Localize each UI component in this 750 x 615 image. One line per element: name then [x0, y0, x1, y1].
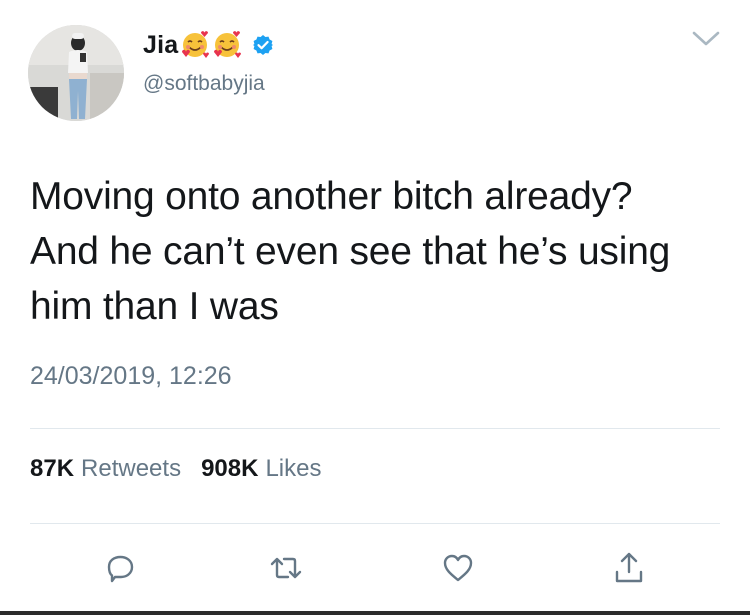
display-name[interactable]: Jia: [143, 31, 178, 60]
chevron-down-icon[interactable]: [692, 30, 720, 48]
tweet-text: Moving onto another bitch already? And h…: [30, 175, 671, 328]
smiling-face-with-hearts-icon: [180, 30, 210, 60]
avatar[interactable]: [28, 25, 124, 121]
share-icon[interactable]: [611, 550, 647, 586]
likes-stat[interactable]: 908K Likes: [201, 455, 341, 483]
likes-label: Likes: [265, 455, 322, 482]
tweet-card: Jia @softbabyjia Moving onto another bit…: [0, 0, 750, 615]
engagement-stats: 87K Retweets 908K Likes: [30, 455, 341, 483]
verified-badge-icon: [252, 34, 274, 56]
retweets-count: 87K: [30, 455, 75, 482]
heart-icon[interactable]: [440, 550, 476, 586]
bottom-edge: [0, 611, 750, 615]
reply-icon[interactable]: [102, 550, 138, 586]
divider: [30, 428, 720, 429]
likes-count: 908K: [201, 455, 259, 482]
retweets-label: Retweets: [81, 455, 182, 482]
user-handle[interactable]: @softbabyjia: [143, 72, 265, 96]
tweet-timestamp[interactable]: 24/03/2019, 12:26: [30, 362, 232, 391]
retweets-stat[interactable]: 87K Retweets: [30, 455, 201, 483]
divider: [30, 523, 720, 524]
smiling-face-with-hearts-icon: [212, 30, 242, 60]
retweet-icon[interactable]: [268, 550, 304, 586]
name-row: Jia: [143, 27, 274, 63]
